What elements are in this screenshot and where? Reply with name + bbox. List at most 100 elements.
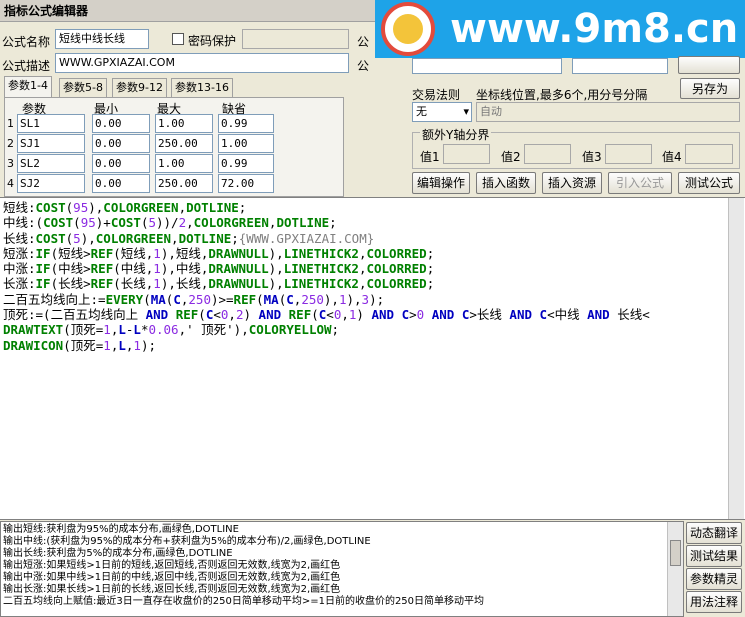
code-token: (顶死= — [63, 337, 104, 353]
code-token: DOTLINE — [186, 200, 239, 215]
code-token: ),短线, — [160, 245, 209, 261]
code-token: 短线: — [3, 200, 36, 215]
code-line: 中涨:IF(中线>REF(中线,1),中线,DRAWNULL),LINETHIC… — [3, 261, 742, 276]
code-token: <中线 — [547, 307, 588, 323]
param-min-field[interactable]: 0.00 — [92, 154, 150, 173]
param-wizard-button[interactable]: 参数精灵 — [686, 568, 742, 590]
code-line: 中线:(COST(95)+COST(5))/2,COLORGREEN,DOTLI… — [3, 215, 742, 230]
password-label: 密码保护 — [188, 34, 237, 48]
code-token: C — [173, 291, 181, 307]
code-token: ), — [323, 291, 339, 307]
code-token: LINETHICK2 — [283, 245, 359, 261]
param-def-field[interactable]: 1.00 — [218, 134, 274, 153]
insert-function-button[interactable]: 插入函数 — [476, 172, 536, 194]
param-min-field[interactable]: 0.00 — [92, 114, 150, 133]
code-token: 95 — [73, 200, 89, 215]
code-token: AND — [509, 307, 532, 323]
right-button-top[interactable] — [678, 56, 740, 74]
usage-notes-button[interactable]: 用法注释 — [686, 591, 742, 613]
code-token: (顶死= — [63, 322, 104, 338]
code-token: ( — [198, 307, 206, 323]
password-field[interactable] — [242, 29, 349, 49]
param-def-field[interactable]: 0.99 — [218, 154, 274, 173]
code-token: ; — [329, 215, 337, 231]
value3-field[interactable] — [605, 144, 652, 164]
name-field[interactable]: 短线中线长线 — [55, 29, 149, 49]
code-token: AND — [587, 307, 610, 323]
code-token: COLORGREEN — [193, 215, 269, 231]
code-token: L — [118, 337, 126, 353]
code-token: (短线> — [50, 245, 91, 261]
param-max-field[interactable]: 250.00 — [155, 134, 213, 153]
code-token: COLORYELLOW — [248, 322, 332, 338]
param-name-field[interactable]: SL1 — [17, 114, 85, 133]
test-result-button[interactable]: 测试结果 — [686, 545, 742, 567]
value2-label: 值2 — [501, 150, 521, 164]
code-token: ; — [231, 230, 239, 246]
edit-ops-button[interactable]: 编辑操作 — [412, 172, 470, 194]
insert-resource-button[interactable]: 插入资源 — [542, 172, 602, 194]
right-field-2[interactable] — [572, 58, 668, 74]
test-formula-button[interactable]: 测试公式 — [678, 172, 740, 194]
desc-field[interactable]: WWW.GPXIAZAI.COM — [55, 53, 349, 73]
tab-params-13-16[interactable]: 参数13-16 — [171, 78, 233, 98]
trade-rule-label: 交易法则 — [412, 88, 461, 102]
code-token: 1 — [153, 261, 161, 277]
code-line: DRAWTEXT(顶死=1,L-L*0.06,' 顶死'),COLORYELLO… — [3, 322, 742, 337]
param-min-field[interactable]: 0.00 — [92, 174, 150, 193]
param-min-field[interactable]: 0.00 — [92, 134, 150, 153]
code-line: 短涨:IF(短线>REF(短线,1),短线,DRAWNULL),LINETHIC… — [3, 246, 742, 261]
output-panel: 输出短线:获利盘为95%的成本分布,画绿色,DOTLINE 输出中线:(获利盘为9… — [0, 521, 684, 617]
param-def-field[interactable]: 72.00 — [218, 174, 274, 193]
code-token: ),长线, — [160, 276, 209, 292]
param-name-field[interactable]: SL2 — [17, 154, 85, 173]
code-token: 250 — [188, 291, 211, 307]
code-editor[interactable]: 短线:COST(95),COLORGREEN,DOTLINE; 中线:(COST(… — [0, 197, 745, 520]
param-name-field[interactable]: SJ2 — [17, 174, 85, 193]
code-token: ), — [268, 261, 284, 277]
value4-label: 值4 — [662, 150, 682, 164]
output-line: 输出短线:获利盘为95%的成本分布,画绿色,DOTLINE — [3, 524, 239, 535]
code-token: C — [539, 307, 548, 323]
coord-label: 坐标线位置,最多6个,用分号分隔 — [476, 88, 648, 102]
param-max-field[interactable]: 1.00 — [155, 114, 213, 133]
right-field-1[interactable] — [412, 58, 562, 74]
code-token: DRAWNULL — [208, 245, 269, 261]
value2-field[interactable] — [524, 144, 571, 164]
code-token: REF — [288, 307, 312, 323]
tab-params-9-12[interactable]: 参数9-12 — [112, 78, 167, 98]
trade-rule-select[interactable]: 无 ▾ — [412, 102, 472, 122]
code-token: COLORRED — [366, 245, 427, 261]
code-token: MA — [150, 291, 166, 307]
value1-field[interactable] — [443, 144, 490, 164]
editor-scrollbar[interactable] — [728, 198, 744, 519]
param-def-field[interactable]: 0.99 — [218, 114, 274, 133]
code-token: < — [326, 307, 334, 323]
param-row-number: 4 — [7, 177, 14, 190]
code-token: LINETHICK2 — [283, 276, 359, 292]
dynamic-translate-button[interactable]: 动态翻译 — [686, 522, 742, 544]
code-token: COLORRED — [366, 261, 427, 277]
value4-field[interactable] — [685, 144, 733, 164]
code-token: AND — [371, 307, 395, 323]
code-token: DRAWNULL — [208, 276, 269, 292]
output-scrollbar[interactable] — [667, 522, 683, 616]
param-max-field[interactable]: 250.00 — [155, 174, 213, 193]
password-checkbox[interactable] — [172, 33, 184, 45]
tab-params-1-4[interactable]: 参数1-4 — [4, 76, 52, 98]
save-as-button[interactable]: 另存为 — [680, 78, 740, 99]
code-token: REF — [90, 261, 114, 277]
output-scroll-thumb[interactable] — [670, 540, 681, 566]
right-label-1: 公 — [357, 35, 370, 49]
import-formula-button[interactable]: 引入公式 — [608, 172, 672, 194]
code-token: ; — [426, 245, 435, 261]
param-name-field[interactable]: SJ1 — [17, 134, 85, 153]
code-token: ), — [88, 200, 104, 215]
tab-params-5-8[interactable]: 参数5-8 — [59, 78, 107, 98]
param-max-field[interactable]: 1.00 — [155, 154, 213, 173]
coord-field[interactable]: 自动 — [476, 102, 740, 122]
code-token: IF — [35, 261, 51, 277]
